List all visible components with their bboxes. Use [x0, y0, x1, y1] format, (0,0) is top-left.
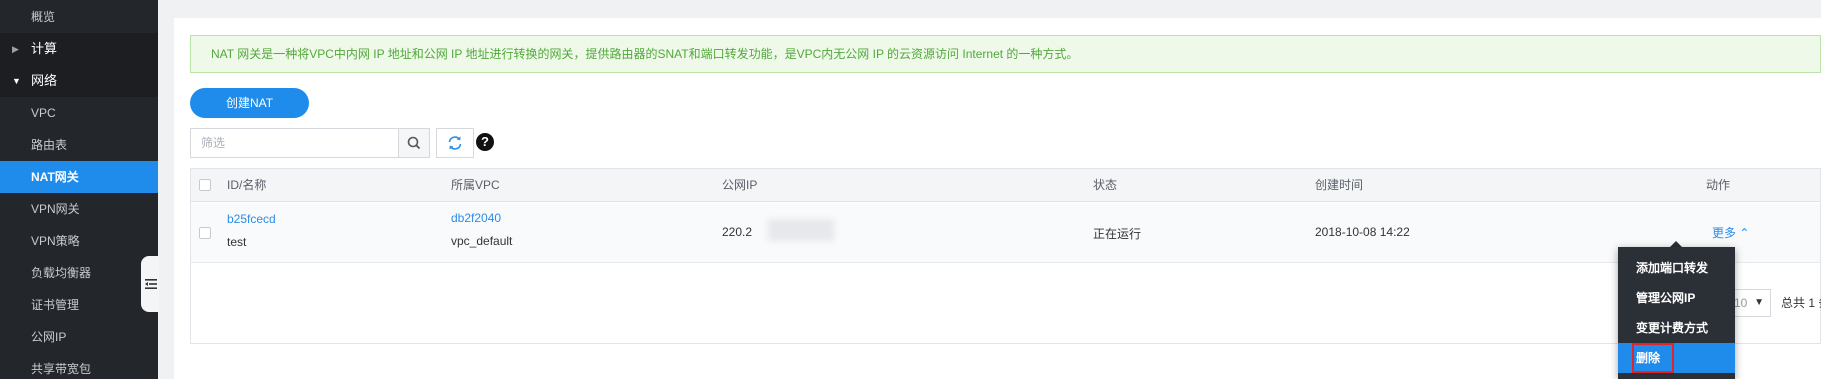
column-status: 状态	[1093, 178, 1118, 192]
nat-table: ID/名称 所属VPC 公网IP 状态 创建时间 动作 b25fcecd tes…	[190, 168, 1821, 344]
sidebar: 概览 ▶ 计算 ▼ 网络 VPC 路由表 NAT网关 VPN网关 VPN策略 负载均…	[0, 0, 158, 379]
sidebar-item-load-balancer[interactable]: 负载均衡器	[0, 257, 158, 289]
sidebar-item-label: 概览	[31, 10, 56, 24]
menu-item-label: 管理公网IP	[1636, 291, 1696, 305]
sidebar-item-label: VPC	[31, 106, 56, 120]
sidebar-item-label: 负载均衡器	[31, 266, 92, 280]
sidebar-item-public-ip[interactable]: 公网IP	[0, 321, 158, 353]
column-action: 动作	[1706, 178, 1731, 192]
menu-item-manage-public-ip[interactable]: 管理公网IP	[1618, 283, 1735, 313]
refresh-button[interactable]	[436, 128, 474, 158]
select-all-checkbox[interactable]	[199, 179, 211, 191]
sidebar-item-vpn-policy[interactable]: VPN策略	[0, 225, 158, 257]
notice-text: NAT 网关是一种将VPC中内网 IP 地址和公网 IP 地址进行转换的网关，提…	[211, 47, 1079, 61]
sidebar-group-network[interactable]: ▼ 网络	[0, 65, 158, 97]
sidebar-item-label: 网络	[31, 73, 58, 88]
column-vpc: 所属VPC	[451, 178, 500, 192]
highlight-box	[1632, 343, 1674, 373]
public-ip-value: 220.2	[722, 225, 753, 239]
column-id-name: ID/名称	[227, 178, 267, 192]
sidebar-item-vpc[interactable]: VPC	[0, 97, 158, 129]
create-nat-button[interactable]: 创建NAT	[190, 88, 309, 118]
menu-item-label: 添加端口转发	[1636, 261, 1709, 275]
column-created: 创建时间	[1315, 178, 1364, 192]
sidebar-item-overview[interactable]: 概览	[0, 1, 158, 33]
table-header: ID/名称 所属VPC 公网IP 状态 创建时间 动作	[191, 169, 1820, 202]
menu-item-label: 变更计费方式	[1636, 321, 1709, 335]
sidebar-item-route-table[interactable]: 路由表	[0, 129, 158, 161]
collapse-menu-icon	[145, 279, 157, 289]
sidebar-item-certificates[interactable]: 证书管理	[0, 289, 158, 321]
sidebar-collapse-toggle[interactable]	[141, 256, 159, 312]
filter-input[interactable]: 筛选	[190, 128, 399, 158]
sidebar-item-label: 计算	[31, 41, 58, 56]
refresh-icon	[448, 136, 462, 150]
sidebar-item-label: VPN网关	[31, 202, 80, 216]
sidebar-item-vpn-gateway[interactable]: VPN网关	[0, 193, 158, 225]
menu-item-add-port-forward[interactable]: 添加端口转发	[1618, 253, 1735, 283]
page-size-value: 10	[1734, 296, 1748, 310]
sidebar-item-label: 路由表	[31, 138, 68, 152]
sidebar-item-label: 证书管理	[31, 298, 80, 312]
created-time: 2018-10-08 14:22	[1315, 225, 1410, 239]
table-row: b25fcecd test db2f2040 vpc_default 220.2…	[191, 203, 1820, 263]
column-public-ip: 公网IP	[722, 178, 758, 192]
nat-name: test	[227, 235, 247, 249]
action-menu: 添加端口转发 管理公网IP 变更计费方式 删除	[1618, 247, 1735, 379]
nat-id-link[interactable]: b25fcecd	[227, 212, 276, 226]
sidebar-group-compute[interactable]: ▶ 计算	[0, 33, 158, 65]
search-icon	[407, 136, 421, 150]
row-checkbox[interactable]	[199, 227, 211, 239]
status-value: 正在运行	[1093, 227, 1142, 241]
sidebar-item-nat-gateway[interactable]: NAT网关	[0, 161, 158, 193]
menu-item-change-billing[interactable]: 变更计费方式	[1618, 313, 1735, 343]
caret-right-icon: ▶	[12, 44, 19, 54]
redacted-ip-blur	[768, 219, 834, 241]
sidebar-item-shared-bandwidth[interactable]: 共享带宽包	[0, 353, 158, 379]
sidebar-item-label: VPN策略	[31, 234, 80, 248]
caret-down-icon: ▼	[1754, 297, 1764, 308]
total-count: 总共 1 条	[1781, 296, 1821, 310]
menu-item-delete[interactable]: 删除	[1618, 343, 1735, 373]
search-button[interactable]	[398, 128, 430, 158]
help-icon[interactable]: ?	[476, 133, 494, 151]
sidebar-item-label: 共享带宽包	[31, 362, 92, 376]
sidebar-item-label: NAT网关	[31, 170, 79, 184]
main-panel: NAT 网关是一种将VPC中内网 IP 地址和公网 IP 地址进行转换的网关，提…	[174, 18, 1821, 379]
vpc-id-link[interactable]: db2f2040	[451, 211, 501, 225]
caret-down-icon: ▼	[12, 76, 21, 86]
sidebar-item-label: 公网IP	[31, 330, 67, 344]
info-notice: NAT 网关是一种将VPC中内网 IP 地址和公网 IP 地址进行转换的网关，提…	[190, 35, 1821, 73]
vpc-name: vpc_default	[451, 234, 513, 248]
